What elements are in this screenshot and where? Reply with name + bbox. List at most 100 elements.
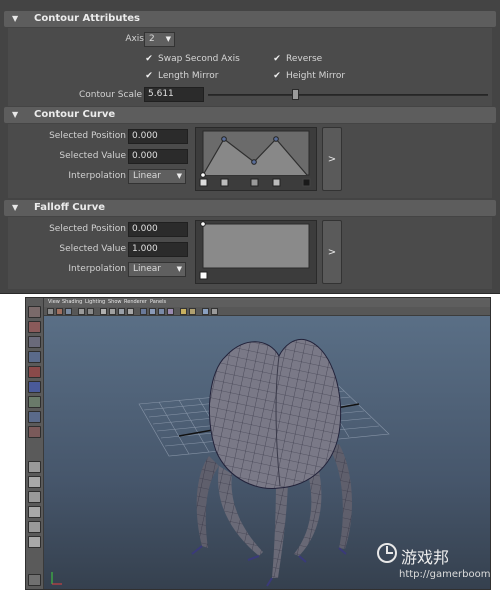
falloff-curve-graph[interactable] <box>195 220 317 284</box>
contour-curve-expand-button[interactable]: > <box>322 127 342 191</box>
contour-curve-body: Selected Position 0.000 Selected Value 0… <box>8 124 492 198</box>
interpolation-value: Linear <box>133 264 161 274</box>
move-tool-icon[interactable] <box>28 351 41 363</box>
ramp-point[interactable] <box>221 136 227 142</box>
creature-mesh[interactable] <box>191 338 352 587</box>
show-manipulator-icon[interactable] <box>28 426 41 438</box>
ramp-delete-marker-icon[interactable] <box>199 178 208 187</box>
paint-select-tool-icon[interactable] <box>28 336 41 348</box>
selected-value-field[interactable]: 0.000 <box>128 149 188 164</box>
ramp-delete-marker-icon[interactable] <box>220 178 229 187</box>
selected-position-label: Selected Position <box>49 131 126 141</box>
ramp-delete-marker-icon[interactable] <box>199 271 208 280</box>
contour-scale-slider-track[interactable] <box>208 94 488 96</box>
selected-value-label: Selected Value <box>59 151 126 161</box>
camera-icon[interactable] <box>47 308 54 315</box>
outliner-layout-icon[interactable] <box>28 536 41 548</box>
wireframe-on-shaded-icon[interactable] <box>158 308 165 315</box>
3d-viewport[interactable]: 游戏邦 http://gamerboom.com <box>44 316 491 589</box>
panel-menu-bar: View Shading Lighting Show Renderer Pane… <box>44 298 490 307</box>
wireframe-icon[interactable] <box>140 308 147 315</box>
menu-view[interactable]: View <box>48 298 60 307</box>
reverse-checkbox[interactable]: ✔ Reverse <box>272 53 322 65</box>
side-by-side-layout-icon[interactable] <box>28 491 41 503</box>
smooth-shade-icon[interactable] <box>149 308 156 315</box>
height-mirror-checkbox[interactable]: ✔ Height Mirror <box>272 70 345 82</box>
collapse-arrow-icon[interactable]: ▼ <box>12 107 18 123</box>
collapse-arrow-icon[interactable]: ▼ <box>12 200 18 216</box>
contour-attributes-body: Axis 2 ▼ ✔ Swap Second Axis ✔ Reverse ✔ Len… <box>8 28 492 106</box>
film-gate-icon[interactable] <box>100 308 107 315</box>
swap-second-axis-checkbox[interactable]: ✔ Swap Second Axis <box>144 53 240 65</box>
checkbox-label: Height Mirror <box>286 71 346 81</box>
select-tool-icon[interactable] <box>28 306 41 318</box>
lights-icon[interactable] <box>180 308 187 315</box>
interpolation-dropdown[interactable]: Linear ▼ <box>128 262 186 277</box>
field-chart-icon[interactable] <box>127 308 134 315</box>
isolate-select-icon[interactable] <box>211 308 218 315</box>
gate-mask-icon[interactable] <box>118 308 125 315</box>
image-plane-icon[interactable] <box>78 308 85 315</box>
soft-mod-tool-icon[interactable] <box>28 411 41 423</box>
scale-tool-icon[interactable] <box>28 381 41 393</box>
manipulator-tool-icon[interactable] <box>28 396 41 408</box>
hypershade-layout-icon[interactable] <box>28 521 41 533</box>
interpolation-label: Interpolation <box>68 264 126 274</box>
selected-position-field[interactable]: 0.000 <box>128 222 188 237</box>
contour-attributes-header[interactable]: ▼ Contour Attributes <box>4 11 496 27</box>
menu-lighting[interactable]: Lighting <box>85 298 105 307</box>
ramp-delete-marker-icon[interactable] <box>250 178 259 187</box>
falloff-curve-expand-button[interactable]: > <box>322 220 342 284</box>
checkmark-icon: ✔ <box>145 54 153 64</box>
bookmark-icon[interactable] <box>65 308 72 315</box>
watermark-url: http://gamerboom.com <box>399 569 491 580</box>
falloff-curve-header[interactable]: ▼ Falloff Curve <box>4 200 496 216</box>
grid-icon[interactable] <box>87 308 94 315</box>
chevron-down-icon: ▼ <box>176 172 182 180</box>
ramp-background <box>202 223 310 269</box>
maya-viewport-screenshot: View Shading Lighting Show Renderer Pane… <box>25 297 491 590</box>
four-view-layout-icon[interactable] <box>28 476 41 488</box>
ramp-point[interactable] <box>273 136 279 142</box>
section-title: Contour Curve <box>34 109 116 120</box>
resolution-gate-icon[interactable] <box>109 308 116 315</box>
length-mirror-checkbox[interactable]: ✔ Length Mirror <box>144 70 218 82</box>
contour-curve-graph[interactable] <box>195 127 317 191</box>
attribute-editor-panel: ▼ Contour Attributes Axis 2 ▼ ✔ Swap Seco… <box>0 0 500 294</box>
selected-value-field[interactable]: 1.000 <box>128 242 188 257</box>
lock-camera-icon[interactable] <box>56 308 63 315</box>
menu-renderer[interactable]: Renderer <box>124 298 147 307</box>
ramp-point-selected[interactable] <box>200 221 206 227</box>
ramp-point[interactable] <box>251 159 257 165</box>
chevron-down-icon: ▼ <box>176 265 182 273</box>
checkbox-label: Reverse <box>286 54 323 64</box>
ramp-point-selected[interactable] <box>200 172 206 178</box>
section-title: Contour Attributes <box>34 13 140 24</box>
ramp-delete-marker-icon[interactable] <box>302 178 311 187</box>
ramp-delete-marker-icon[interactable] <box>272 178 281 187</box>
shadows-icon[interactable] <box>189 308 196 315</box>
chevron-down-icon: ▼ <box>165 35 171 43</box>
checkbox-label: Length Mirror <box>158 71 219 81</box>
lasso-tool-icon[interactable] <box>28 321 41 333</box>
collapse-arrow-icon[interactable]: ▼ <box>12 11 18 27</box>
contour-curve-header[interactable]: ▼ Contour Curve <box>4 107 496 123</box>
interpolation-dropdown[interactable]: Linear ▼ <box>128 169 186 184</box>
contour-scale-slider-handle[interactable] <box>291 89 299 100</box>
command-icon[interactable] <box>28 574 41 586</box>
section-title: Falloff Curve <box>34 202 105 213</box>
textured-icon[interactable] <box>167 308 174 315</box>
axis-dropdown[interactable]: 2 ▼ <box>144 32 175 47</box>
interpolation-value: Linear <box>133 171 161 181</box>
single-view-layout-icon[interactable] <box>28 461 41 473</box>
persp-graph-layout-icon[interactable] <box>28 506 41 518</box>
selected-position-field[interactable]: 0.000 <box>128 129 188 144</box>
menu-shading[interactable]: Shading <box>62 298 82 307</box>
xray-icon[interactable] <box>202 308 209 315</box>
watermark-brand: 游戏邦 <box>401 548 450 567</box>
rotate-tool-icon[interactable] <box>28 366 41 378</box>
checkmark-icon: ✔ <box>273 54 281 64</box>
menu-panels[interactable]: Panels <box>150 298 166 307</box>
contour-scale-field[interactable]: 5.611 <box>144 87 204 102</box>
menu-show[interactable]: Show <box>108 298 122 307</box>
